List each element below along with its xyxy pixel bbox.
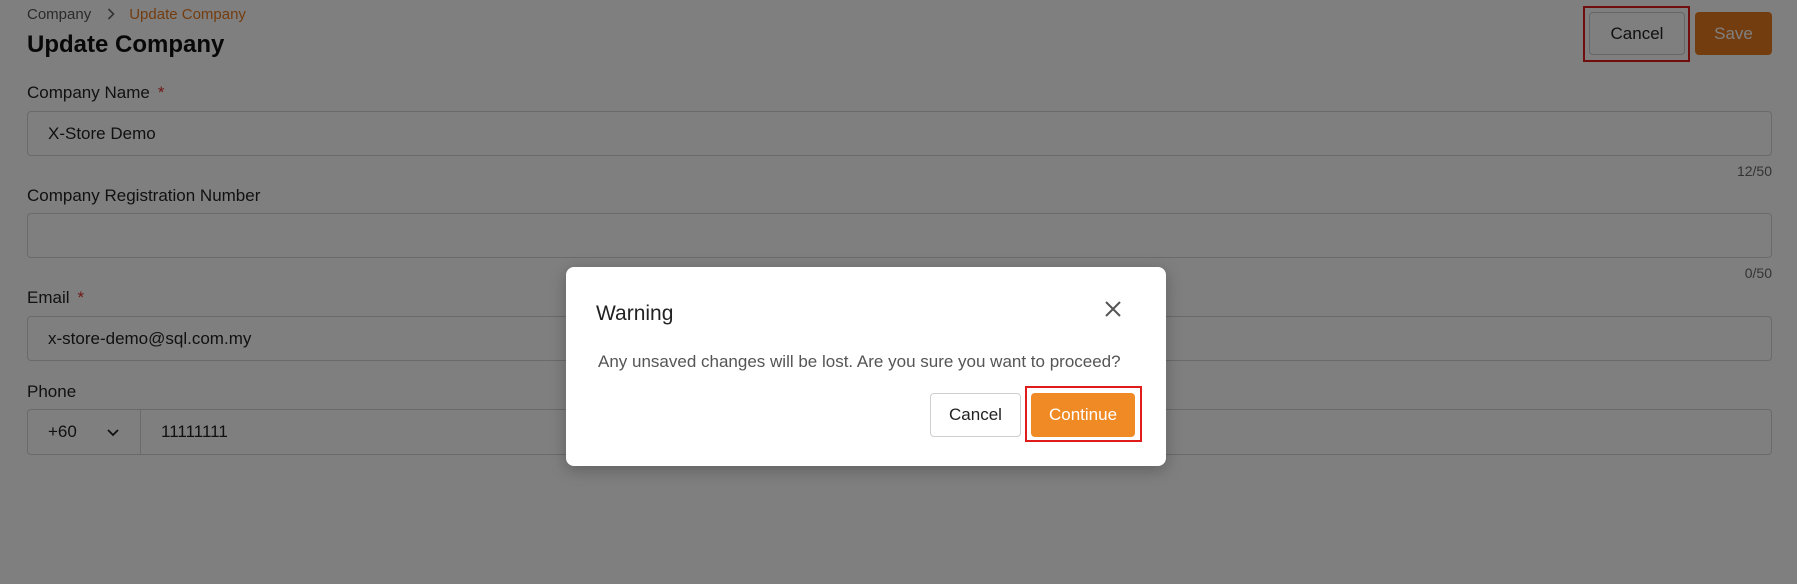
- continue-button-highlight: [1025, 386, 1142, 442]
- dialog-title: Warning: [596, 302, 674, 325]
- dialog-message: Any unsaved changes will be lost. Are yo…: [598, 352, 1121, 371]
- dialog-cancel-button[interactable]: Cancel: [930, 393, 1021, 437]
- warning-dialog: Warning Any unsaved changes will be lost…: [566, 267, 1166, 466]
- close-icon[interactable]: [1101, 297, 1125, 321]
